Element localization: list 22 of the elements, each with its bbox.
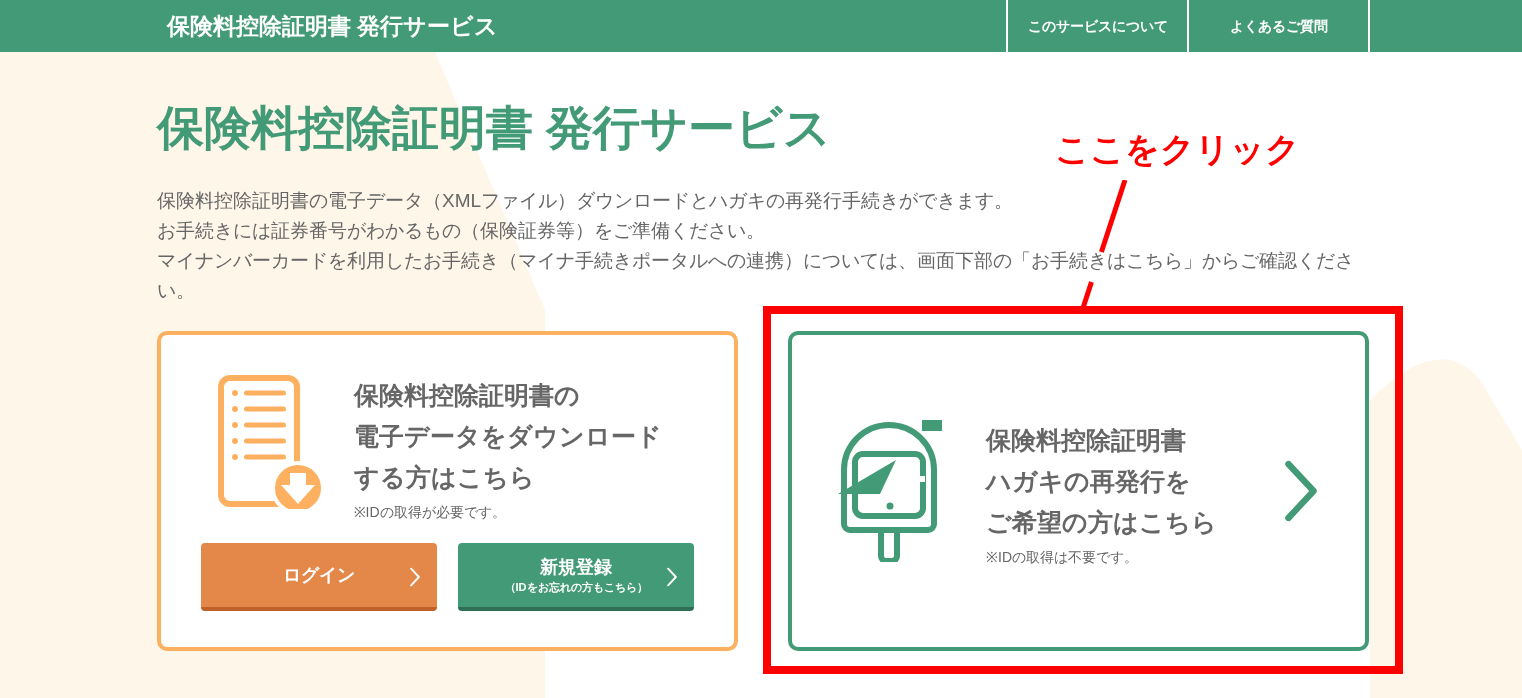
card-heading: する方はこちら xyxy=(353,462,536,493)
card-note: ※IDの取得は不要です。 xyxy=(986,548,1139,567)
nav-link[interactable]: よくあるご質問 xyxy=(1189,0,1370,52)
card-note: ※IDの取得が必要です。 xyxy=(353,503,507,522)
register-button[interactable]: 新規登録 （IDをお忘れの方もこちら） xyxy=(458,543,694,611)
login-button[interactable]: ログイン xyxy=(201,543,437,611)
card-heading: ご希望の方はこちら xyxy=(986,507,1217,538)
mailbox-icon xyxy=(838,420,942,562)
intro-text: 保険料控除証明書の電子データ（XMLファイル）ダウンロードとハガキの再発行手続きができます。 xyxy=(157,189,1015,213)
card-heading: ハガキの再発行を xyxy=(986,466,1192,497)
postcard-card[interactable]: 保険料控除証明書 ハガキの再発行を ご希望の方はこちら ※IDの取得は不要です。 xyxy=(788,331,1369,651)
nav-link[interactable]: このサービスについて xyxy=(1008,0,1189,52)
card-heading: 電子データをダウンロード xyxy=(353,421,662,452)
card-heading: 保険料控除証明書 xyxy=(986,425,1187,456)
card-heading: 保険料控除証明書の xyxy=(353,380,581,411)
annotation-text: ここをクリック xyxy=(1055,129,1300,170)
chevron-right-icon xyxy=(666,567,678,587)
chevron-right-icon xyxy=(409,567,421,587)
site-title[interactable]: 保険料控除証明書 発行サービス xyxy=(167,8,499,44)
page-title: 保険料控除証明書 発行サービス xyxy=(157,100,832,156)
intro-text: マイナンバーカードを利用したお手続き（マイナ手続きポータルへの連携）については、画面下部の「お手続きはこちら」からご確認ください。 xyxy=(157,249,1355,303)
intro-text: お手続きには証券番号がわかるもの（保険証券等）をご準備ください。 xyxy=(157,219,766,243)
